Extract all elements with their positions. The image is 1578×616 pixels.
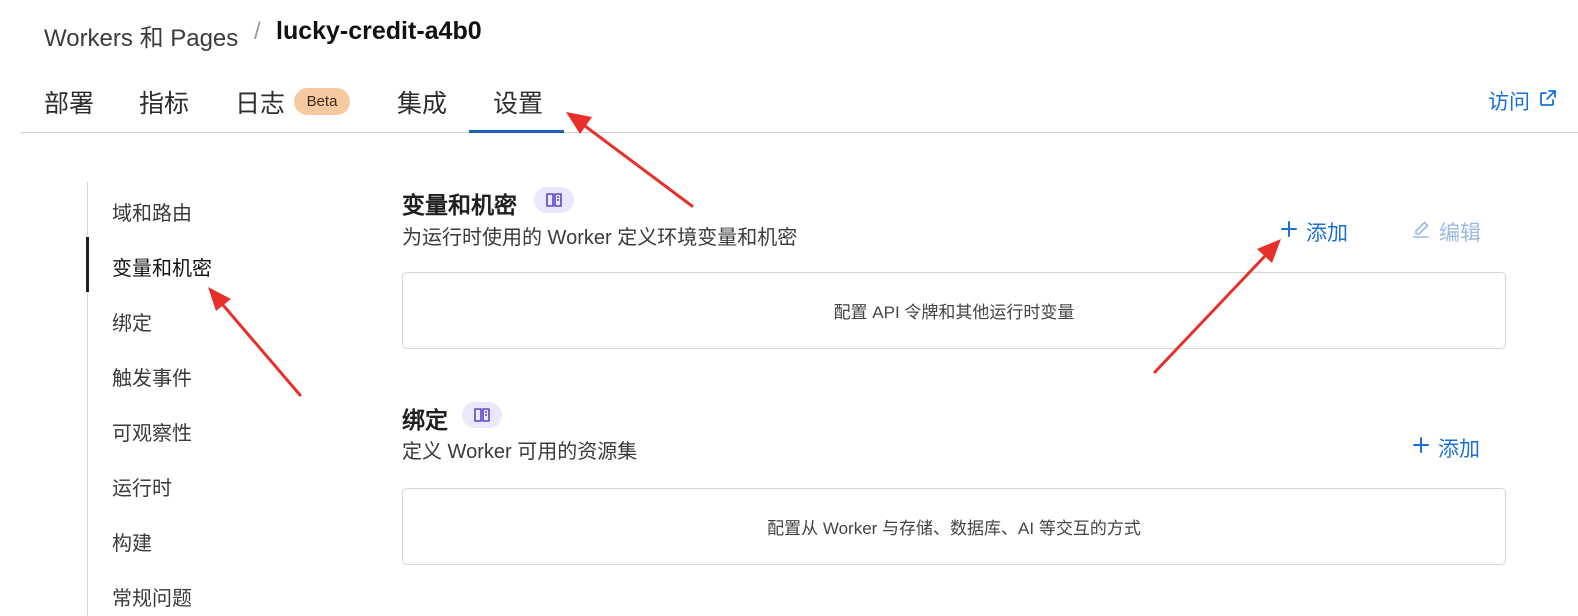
tab-integrations[interactable]: 集成: [397, 84, 447, 120]
sidebar-item-bindings[interactable]: 绑定: [112, 307, 152, 336]
arrow-to-variables-sidebar: [208, 287, 302, 397]
edit-variables-button[interactable]: 编辑: [1411, 217, 1481, 247]
pencil-icon: [1411, 219, 1431, 245]
breadcrumb-separator: /: [254, 18, 261, 45]
visit-label: 访问: [1488, 91, 1530, 114]
book-icon[interactable]: [462, 402, 502, 428]
sidebar-active-indicator: [86, 237, 89, 292]
bindings-empty-text: 配置从 Worker 与存储、数据库、AI 等交互的方式: [767, 519, 1141, 538]
tab-metrics[interactable]: 指标: [139, 84, 189, 120]
breadcrumb-parent[interactable]: Workers 和 Pages: [44, 18, 238, 53]
add-variable-button[interactable]: 添加: [1280, 217, 1348, 247]
sidebar-item-general[interactable]: 常规问题: [112, 582, 192, 611]
external-link-icon: [1538, 88, 1558, 114]
sidebar-item-domains-routes[interactable]: 域和路由: [112, 197, 192, 226]
variables-empty-text: 配置 API 令牌和其他运行时变量: [833, 303, 1075, 322]
sidebar-item-observability[interactable]: 可观察性: [112, 417, 192, 446]
sidebar-item-runtime[interactable]: 运行时: [112, 472, 172, 501]
book-icon[interactable]: [534, 187, 574, 213]
add-binding-label: 添加: [1438, 438, 1480, 461]
add-binding-button[interactable]: 添加: [1412, 433, 1480, 463]
plus-icon: [1280, 220, 1298, 244]
bindings-section-description: 定义 Worker 可用的资源集: [402, 441, 638, 463]
tab-settings[interactable]: 设置: [493, 84, 543, 120]
variables-section-description: 为运行时使用的 Worker 定义环境变量和机密: [402, 227, 798, 249]
active-tab-indicator: [469, 130, 564, 133]
page-title: lucky-credit-a4b0: [276, 17, 482, 45]
tab-deployments[interactable]: 部署: [44, 84, 94, 120]
beta-badge: Beta: [294, 88, 350, 115]
sidebar-item-variables-secrets[interactable]: 变量和机密: [112, 252, 212, 281]
variables-empty-state: 配置 API 令牌和其他运行时变量: [402, 272, 1506, 349]
edit-variables-label: 编辑: [1439, 222, 1481, 245]
tabs-divider: [20, 132, 1578, 133]
bindings-empty-state: 配置从 Worker 与存储、数据库、AI 等交互的方式: [402, 488, 1506, 565]
sidebar-item-triggers[interactable]: 触发事件: [112, 362, 192, 391]
variables-section-title: 变量和机密: [402, 192, 517, 218]
plus-icon: [1412, 436, 1430, 460]
bindings-section-title: 绑定: [402, 407, 448, 433]
add-variable-label: 添加: [1306, 222, 1348, 245]
visit-link[interactable]: 访问: [1488, 86, 1558, 116]
arrow-to-settings-tab: [566, 112, 694, 208]
tab-logs[interactable]: 日志: [235, 84, 285, 120]
sidebar-item-build[interactable]: 构建: [112, 527, 152, 556]
